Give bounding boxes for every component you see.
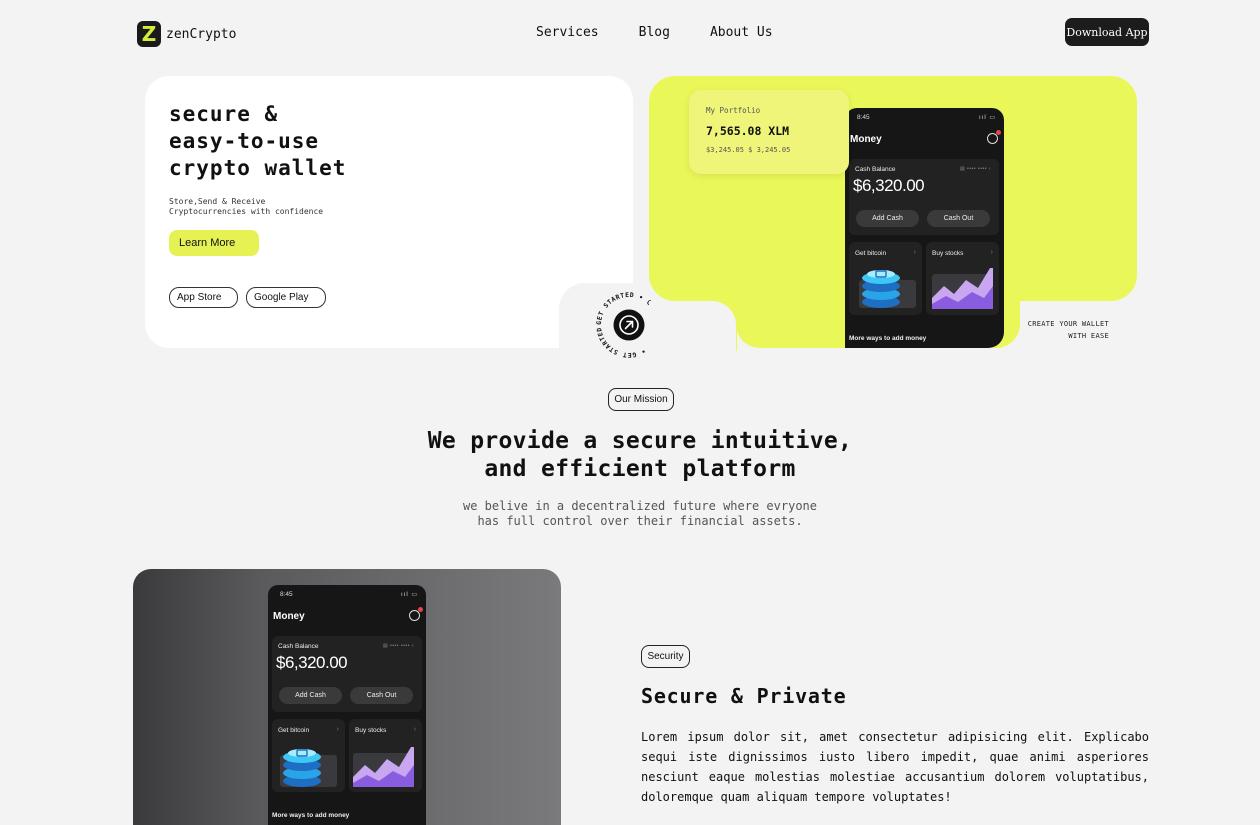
logo-letter: Z — [141, 22, 157, 46]
coin-stack-icon — [280, 749, 337, 787]
portfolio-value: 7,565.08 XLM — [706, 124, 790, 138]
cash-out-button[interactable]: Cash Out — [927, 210, 990, 227]
mission-title: We provide a secure intuitive, and effic… — [427, 428, 853, 482]
add-cash-button[interactable]: Add Cash — [279, 687, 342, 704]
signal-battery-icon: ııl ▭ — [400, 592, 418, 598]
hero-phone-mockup: 8:45 ııl ▭ Money Cash Balance ▤ •••• •••… — [845, 108, 1004, 348]
more-ways-link[interactable]: More ways to add money — [272, 812, 349, 819]
our-mission-pill: Our Mission — [608, 388, 674, 411]
hero-title: secure & easy-to-use crypto wallet — [169, 102, 347, 180]
mission-subtitle: we belive in a decentralized future wher… — [462, 499, 817, 528]
phone-time: 8:45 — [857, 114, 870, 121]
cash-out-button[interactable]: Cash Out — [350, 687, 413, 704]
stock-chart-icon — [932, 268, 993, 309]
download-app-button[interactable]: Download App — [1065, 18, 1149, 46]
portfolio-label: My Portfolio — [706, 106, 761, 115]
learn-more-button[interactable]: Learn More — [169, 230, 259, 256]
hero-subtitle: Store,Send & Receive Cryptocurrencies wi… — [169, 197, 324, 216]
security-pill: Security — [641, 645, 690, 668]
create-wallet-caption: CREATE YOUR WALLET WITH EASE — [1027, 320, 1109, 340]
cash-balance-label: Cash Balance — [278, 643, 319, 650]
card-mask: ▤ •••• •••• › — [382, 643, 414, 649]
cash-balance-card: Cash Balance ▤ •••• •••• › $6,320.00 Add… — [849, 159, 999, 235]
brand-logo[interactable]: Z zenCrypto — [137, 21, 236, 47]
stock-chart-icon — [353, 747, 414, 787]
app-store-button[interactable]: App Store — [169, 287, 238, 308]
google-play-button[interactable]: Google Play — [246, 287, 326, 308]
signal-battery-icon: ııl ▭ — [978, 115, 996, 121]
brand-name: zenCrypto — [166, 26, 237, 42]
security-body: Lorem ipsum dolor sit, amet consectetur … — [641, 730, 1149, 804]
card-mask: ▤ •••• •••• › — [959, 166, 991, 172]
cash-balance-label: Cash Balance — [855, 166, 896, 173]
cash-balance-value: $6,320.00 — [276, 653, 348, 672]
portfolio-card: My Portfolio 7,565.08 XLM $3,245.05 $ 3,… — [689, 90, 849, 174]
portfolio-subvalues: $3,245.05 $ 3,245.05 — [706, 146, 791, 154]
top-navigation: Z zenCrypto Services Blog About Us Downl… — [0, 0, 1260, 66]
cash-balance-card: Cash Balance ▤ •••• •••• › $6,320.00 Add… — [272, 636, 422, 712]
profile-icon — [987, 130, 1001, 144]
get-bitcoin-tile[interactable]: Get bitcoin › — [849, 242, 922, 315]
buy-stocks-tile[interactable]: Buy stocks › — [926, 242, 999, 315]
coin-stack-icon — [859, 270, 916, 308]
nav-link-blog[interactable]: Blog — [639, 25, 670, 40]
phone-title: Money — [850, 134, 882, 145]
nav-links: Services Blog About Us — [536, 25, 773, 40]
cash-balance-value: $6,320.00 — [853, 176, 925, 195]
yellow-left-cutout — [649, 301, 736, 353]
phone-time: 8:45 — [280, 591, 293, 598]
get-bitcoin-tile[interactable]: Get bitcoin › — [272, 719, 345, 792]
buy-stocks-tile[interactable]: Buy stocks › — [349, 719, 422, 792]
more-ways-link[interactable]: More ways to add money — [849, 335, 926, 342]
security-phone-mockup: 8:45 ııl ▭ Money Cash Balance ▤ •••• •••… — [268, 585, 426, 825]
profile-icon — [409, 607, 423, 621]
phone-title: Money — [273, 611, 305, 622]
nav-link-services[interactable]: Services — [536, 25, 599, 40]
security-title: Secure & Private — [641, 684, 847, 708]
add-cash-button[interactable]: Add Cash — [856, 210, 919, 227]
logo-mark-icon: Z — [137, 21, 161, 47]
nav-link-about-us[interactable]: About Us — [710, 25, 773, 40]
